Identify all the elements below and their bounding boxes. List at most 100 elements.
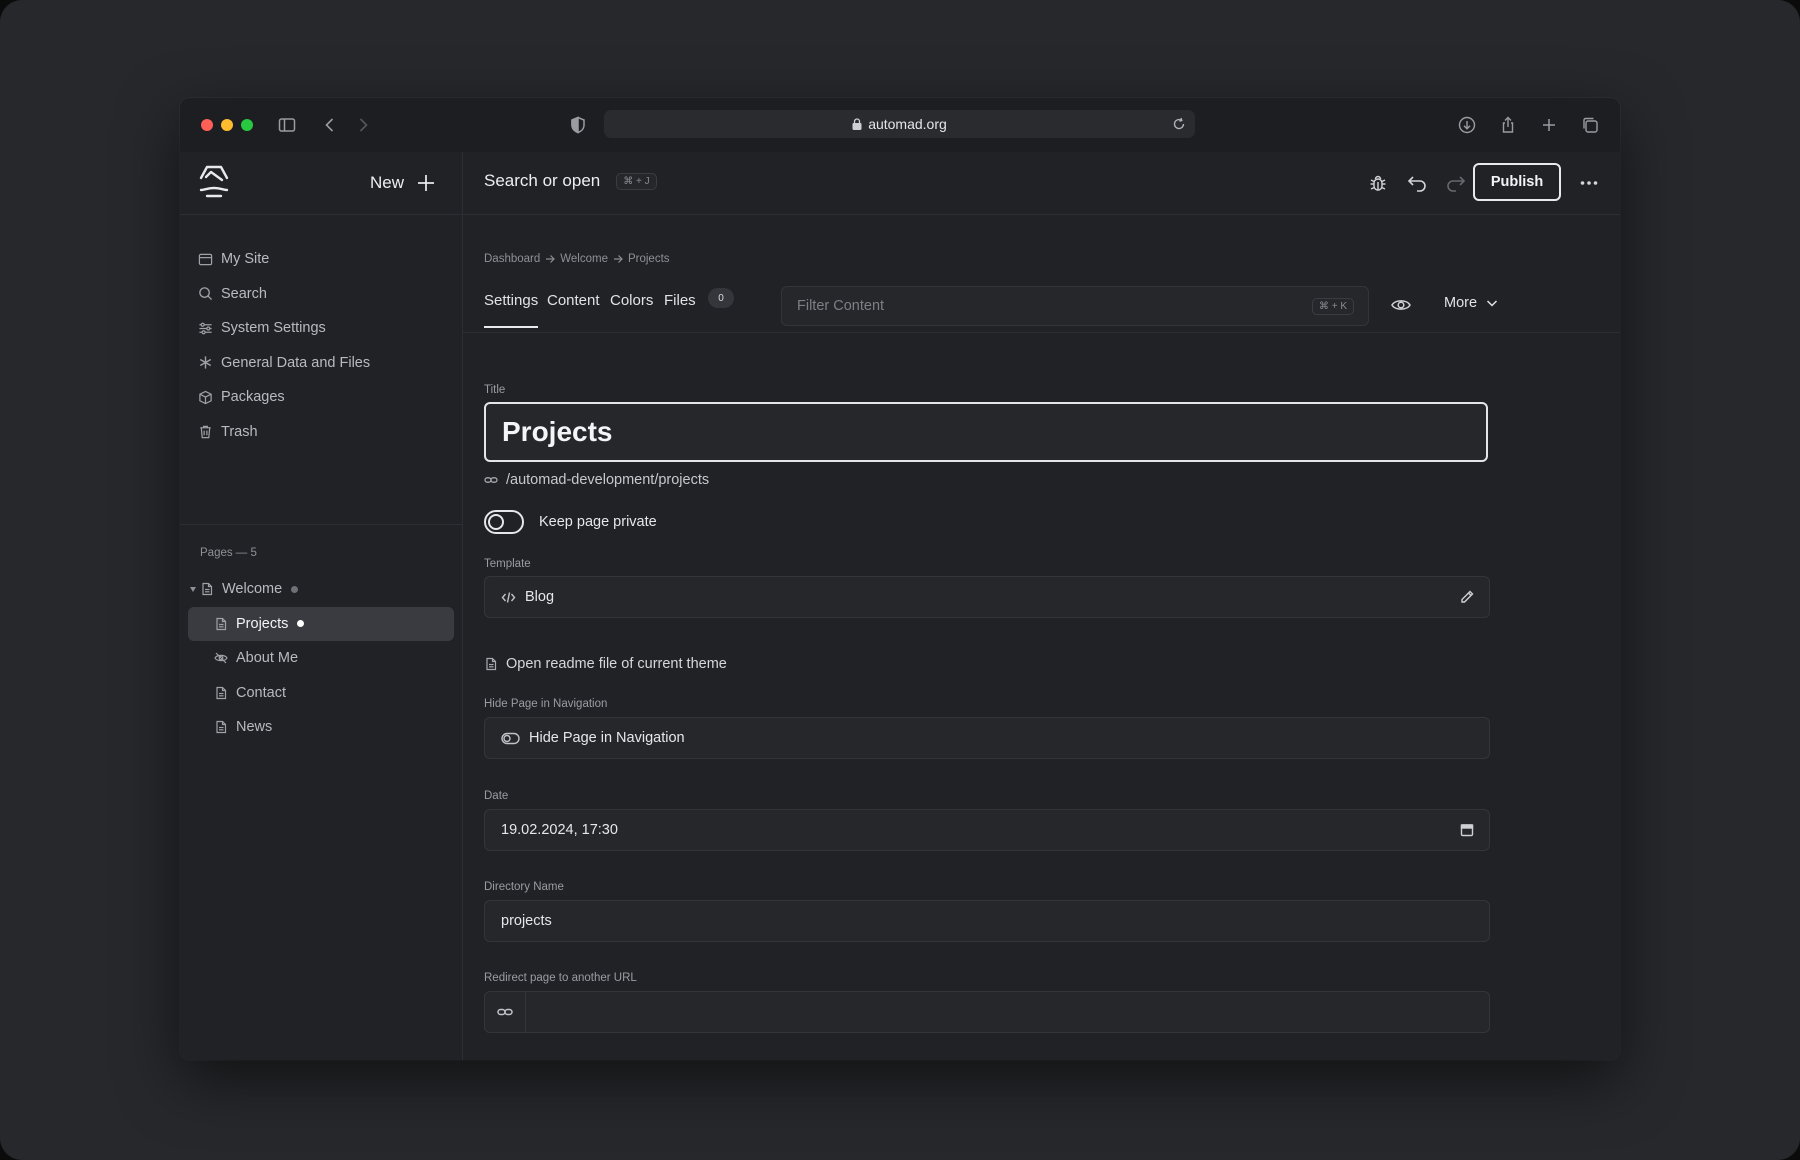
page-tree: Welcome Projects About Me Contact News	[188, 572, 454, 745]
sidebar-item-label: System Settings	[221, 320, 326, 337]
zoom-window-button[interactable]	[241, 119, 253, 131]
address-url: automad.org	[868, 116, 947, 132]
breadcrumb-item-welcome[interactable]: Welcome	[560, 253, 608, 265]
redo-icon[interactable]	[1445, 172, 1467, 194]
more-dropdown[interactable]: More	[1444, 295, 1499, 311]
files-count-badge: 0	[708, 288, 734, 308]
browser-window: automad.org New My Site Search System Se…	[180, 98, 1620, 1060]
sidebar: New My Site Search System Settings Gener…	[180, 152, 463, 1060]
tree-item-label: Contact	[236, 684, 286, 701]
bug-icon[interactable]	[1367, 172, 1389, 194]
close-window-button[interactable]	[201, 119, 213, 131]
tree-item-label: News	[236, 719, 273, 736]
link-icon	[497, 1008, 513, 1016]
sidebar-item-packages[interactable]: Packages	[198, 380, 444, 415]
file-icon	[486, 657, 497, 671]
toggle-off-icon	[501, 732, 520, 744]
tree-item-label: Welcome	[222, 581, 283, 598]
redirect-url-input[interactable]	[484, 991, 1490, 1033]
sidebar-item-system-settings[interactable]: System Settings	[198, 311, 444, 346]
tree-item-label: Projects	[236, 615, 289, 632]
search-or-open-button[interactable]: Search or open ⌘ + J	[484, 171, 657, 191]
code-icon	[501, 591, 516, 603]
sidebar-nav: My Site Search System Settings General D…	[198, 242, 444, 449]
status-dot	[297, 620, 305, 628]
breadcrumb-item-projects[interactable]: Projects	[628, 253, 670, 265]
shield-icon[interactable]	[568, 115, 588, 135]
template-select[interactable]: Blog	[484, 576, 1490, 618]
box-icon	[199, 390, 212, 405]
main-header: Search or open ⌘ + J Publish	[463, 152, 1620, 215]
filter-content-input[interactable]: Filter Content ⌘ + K	[781, 286, 1369, 326]
tree-item-welcome[interactable]: Welcome	[188, 572, 454, 607]
search-or-open-label: Search or open	[484, 171, 601, 190]
sidebar-divider	[180, 524, 462, 525]
sidebar-item-label: Search	[221, 285, 267, 302]
sidebar-header: New	[180, 152, 462, 215]
pages-count-label: Pages — 5	[200, 547, 257, 559]
redirect-link-prefix	[485, 992, 526, 1032]
open-readme-link[interactable]: Open readme file of current theme	[484, 656, 727, 672]
search-icon	[199, 287, 213, 301]
tab-content[interactable]: Content	[547, 292, 600, 309]
eye-icon[interactable]	[1390, 294, 1412, 316]
tab-colors[interactable]: Colors	[610, 292, 653, 309]
template-value: Blog	[525, 589, 555, 605]
more-label: More	[1444, 295, 1478, 311]
date-input[interactable]: 19.02.2024, 17:30	[484, 809, 1490, 851]
expand-caret-icon[interactable]	[190, 586, 196, 592]
hide-in-navigation-toggle[interactable]: Hide Page in Navigation	[484, 717, 1490, 759]
tree-item-news[interactable]: News	[188, 710, 454, 745]
address-bar[interactable]: automad.org	[604, 110, 1195, 138]
reload-icon[interactable]	[1171, 116, 1187, 132]
page-url[interactable]: /automad-development/projects	[484, 472, 709, 488]
forward-arrow-icon[interactable]	[353, 115, 373, 135]
edit-pencil-icon[interactable]	[1459, 589, 1475, 605]
trash-icon	[200, 425, 211, 439]
keep-private-toggle[interactable]	[484, 510, 524, 534]
tab-files[interactable]: Files	[664, 292, 696, 309]
sliders-icon	[199, 322, 212, 335]
redirect-label: Redirect page to another URL	[484, 972, 637, 984]
lock-icon	[852, 118, 862, 130]
minimize-window-button[interactable]	[221, 119, 233, 131]
download-icon[interactable]	[1457, 115, 1477, 135]
publish-button[interactable]: Publish	[1473, 163, 1561, 201]
asterisk-icon	[199, 356, 212, 369]
sidebar-item-my-site[interactable]: My Site	[198, 242, 444, 277]
tabs-overview-icon[interactable]	[1580, 115, 1600, 135]
breadcrumb-item-dashboard[interactable]: Dashboard	[484, 253, 540, 265]
directory-name-input[interactable]: projects	[484, 900, 1490, 942]
plus-icon	[418, 175, 435, 191]
calendar-icon[interactable]	[1459, 822, 1475, 838]
back-arrow-icon[interactable]	[320, 115, 340, 135]
window-icon	[198, 253, 213, 266]
title-input[interactable]: Projects	[484, 402, 1488, 462]
sidebar-toggle-icon[interactable]	[277, 115, 297, 135]
tabs-row: Settings Content Colors Files 0 Filter C…	[463, 278, 1620, 333]
new-tab-icon[interactable]	[1539, 115, 1559, 135]
sidebar-item-trash[interactable]: Trash	[198, 415, 444, 450]
readme-label: Open readme file of current theme	[506, 656, 727, 672]
tree-item-contact[interactable]: Contact	[188, 676, 454, 711]
browser-toolbar: automad.org	[180, 98, 1620, 153]
sidebar-item-search[interactable]: Search	[198, 277, 444, 312]
tab-settings[interactable]: Settings	[484, 292, 539, 328]
sidebar-item-label: My Site	[221, 251, 270, 268]
automad-logo-icon[interactable]	[198, 163, 230, 201]
arrow-right-icon	[546, 255, 556, 263]
tree-item-about-me[interactable]: About Me	[188, 641, 454, 676]
new-page-button[interactable]: New	[370, 170, 436, 196]
undo-icon[interactable]	[1406, 172, 1428, 194]
tree-item-projects[interactable]: Projects	[188, 606, 454, 641]
page-url-text: /automad-development/projects	[506, 472, 710, 488]
date-value: 19.02.2024, 17:30	[501, 822, 618, 838]
page-icon	[216, 721, 227, 734]
tree-item-label: About Me	[236, 650, 299, 667]
keep-private-toggle-row[interactable]: Keep page private	[484, 510, 657, 534]
share-icon[interactable]	[1498, 115, 1518, 135]
eye-slash-icon	[214, 652, 228, 664]
more-options-icon[interactable]	[1578, 172, 1600, 194]
page-icon	[216, 686, 227, 699]
sidebar-item-general-data[interactable]: General Data and Files	[198, 346, 444, 381]
